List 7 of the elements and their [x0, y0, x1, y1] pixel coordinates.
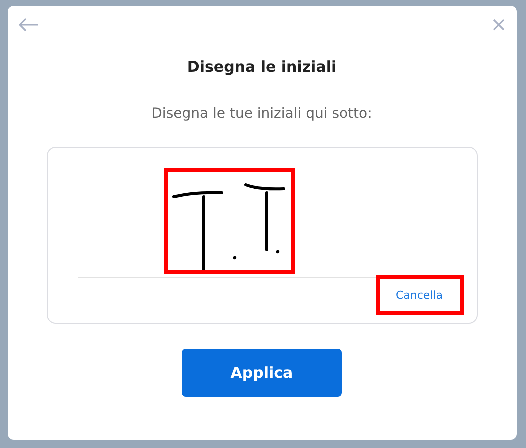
- signature-pad[interactable]: Cancella: [46, 147, 478, 324]
- apply-button[interactable]: Applica: [182, 349, 342, 397]
- clear-button[interactable]: Cancella: [376, 275, 464, 315]
- back-arrow-icon[interactable]: [19, 18, 39, 32]
- close-icon[interactable]: [493, 19, 505, 31]
- instruction-text: Disegna le tue iniziali qui sotto:: [152, 106, 372, 122]
- dialog-title: Disegna le iniziali: [187, 58, 337, 76]
